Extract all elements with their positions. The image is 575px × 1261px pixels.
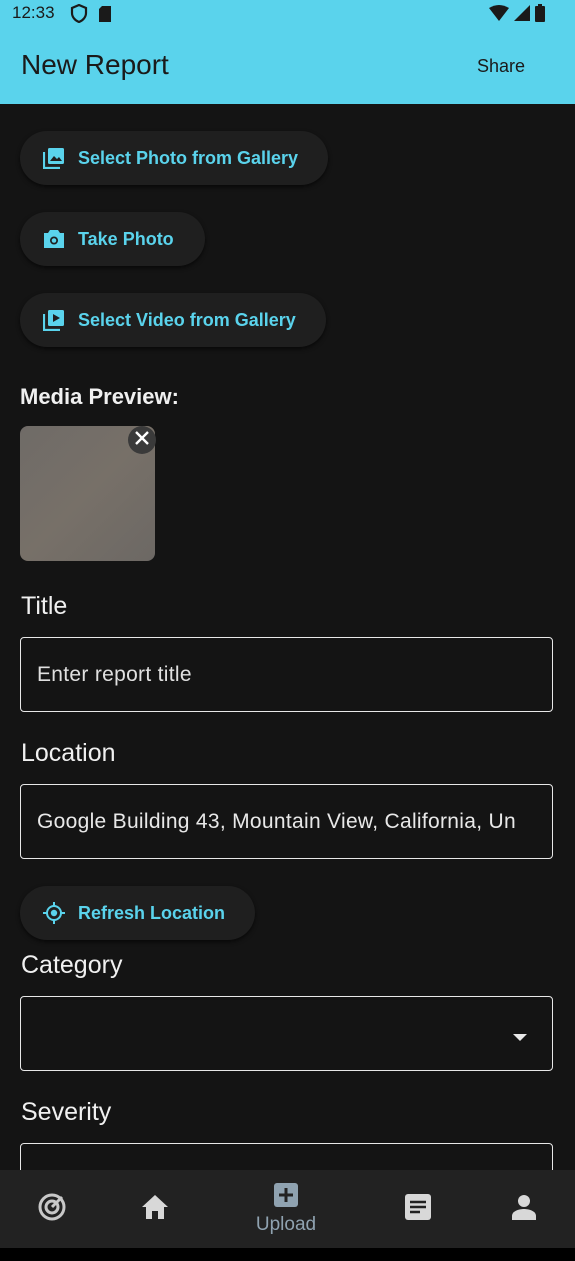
- select-video-button[interactable]: Select Video from Gallery: [20, 293, 326, 347]
- close-icon: [135, 430, 149, 450]
- severity-label: Severity: [21, 1098, 112, 1126]
- status-time: 12:33: [12, 3, 55, 22]
- remove-media-button[interactable]: [128, 426, 156, 454]
- report-form[interactable]: Select Photo from Gallery Take Photo Sel…: [0, 104, 575, 1170]
- take-photo-button[interactable]: Take Photo: [20, 212, 205, 266]
- title-input[interactable]: [20, 637, 553, 712]
- article-icon: [404, 1193, 431, 1225]
- location-field[interactable]: Google Building 43, Mountain View, Calif…: [20, 784, 553, 859]
- radar-icon: [37, 1192, 67, 1227]
- home-icon: [140, 1193, 170, 1226]
- person-icon: [511, 1194, 537, 1225]
- video-library-icon: [42, 308, 66, 332]
- photo-library-icon: [42, 146, 66, 170]
- shield-icon: [70, 3, 88, 28]
- system-navigation-bar: [0, 1248, 575, 1261]
- share-button[interactable]: Share: [477, 56, 525, 77]
- location-value: Google Building 43, Mountain View, Calif…: [37, 809, 516, 833]
- dropdown-arrow-icon: [513, 1029, 527, 1047]
- refresh-location-button[interactable]: Refresh Location: [20, 886, 255, 940]
- select-photo-button[interactable]: Select Photo from Gallery: [20, 131, 328, 185]
- location-label: Location: [21, 739, 116, 767]
- refresh-location-label: Refresh Location: [78, 902, 226, 923]
- nav-item-upload[interactable]: Upload: [236, 1170, 336, 1248]
- page-title: New Report: [21, 49, 169, 80]
- category-dropdown[interactable]: [20, 996, 553, 1071]
- category-label: Category: [21, 951, 123, 979]
- severity-dropdown[interactable]: [20, 1143, 553, 1170]
- media-preview-heading: Media Preview:: [20, 384, 179, 409]
- signal-icon: [514, 5, 530, 26]
- status-bar: 12:33: [0, 0, 575, 28]
- sd-card-icon: [98, 5, 112, 28]
- take-photo-label: Take Photo: [78, 228, 174, 249]
- nav-label-upload: Upload: [255, 1213, 317, 1235]
- title-label: Title: [21, 592, 68, 620]
- app-bar: New Report Share: [0, 28, 575, 104]
- camera-icon: [42, 227, 66, 251]
- battery-icon: [535, 4, 545, 27]
- nav-item-radar[interactable]: [0, 1170, 103, 1248]
- my-location-icon: [42, 901, 66, 925]
- select-video-label: Select Video from Gallery: [78, 309, 296, 330]
- nav-item-profile[interactable]: [472, 1170, 575, 1248]
- wifi-icon: [489, 5, 509, 26]
- select-photo-label: Select Photo from Gallery: [78, 147, 299, 168]
- add-box-icon: [274, 1182, 298, 1212]
- nav-item-home[interactable]: [103, 1170, 206, 1248]
- nav-item-reports[interactable]: [366, 1170, 469, 1248]
- bottom-nav: Upload: [0, 1170, 575, 1248]
